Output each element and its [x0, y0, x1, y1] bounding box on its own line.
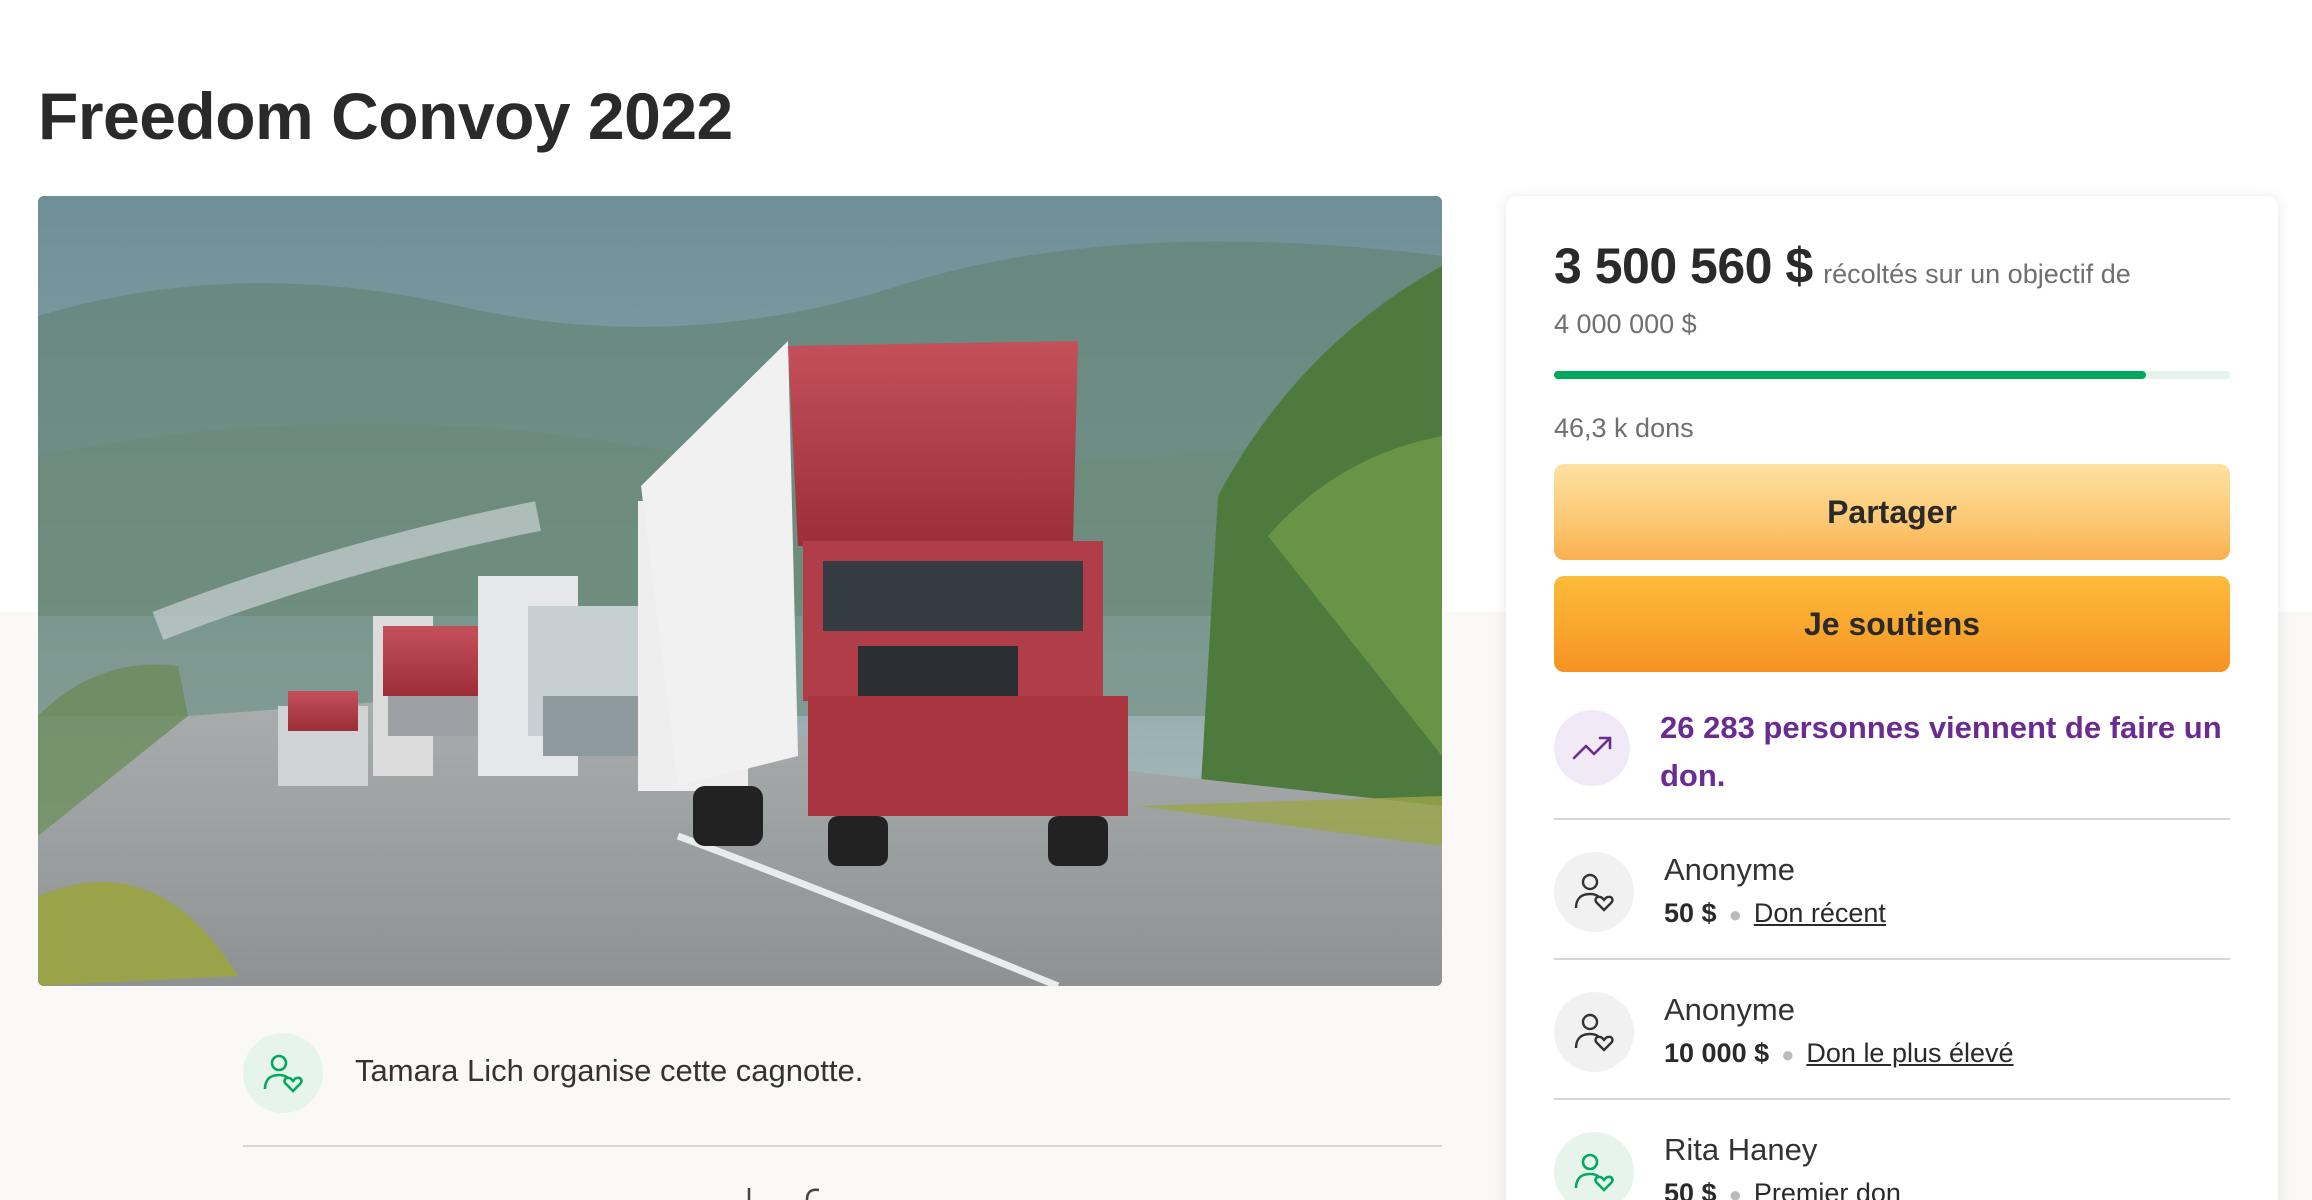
organizer-text: Tamara Lich organise cette cagnotte.	[355, 1053, 864, 1088]
person-heart-icon	[1554, 1132, 1634, 1200]
person-heart-icon	[243, 1033, 323, 1113]
separator-dot: ●	[1781, 1042, 1795, 1067]
recent-donation-link[interactable]: Don récent	[1754, 898, 1886, 928]
donor-name: Anonyme	[1664, 852, 1795, 887]
donor-amount: 10 000 $	[1664, 1038, 1770, 1068]
share-button[interactable]: Partager	[1554, 464, 2230, 560]
separator-dot: ●	[1728, 902, 1742, 927]
separator-dot: ●	[1728, 1182, 1742, 1200]
trend-notice: 26 283 personnes viennent de faire un do…	[1554, 710, 2230, 820]
donation-card: 3 500 560 $ récoltés sur un objectif de …	[1506, 196, 2278, 1200]
campaign-hero-image	[38, 196, 1442, 986]
first-donation-link[interactable]: Premier don	[1754, 1178, 1901, 1200]
donor-name: Anonyme	[1664, 992, 1795, 1027]
progress-bar	[1554, 371, 2230, 379]
person-heart-icon	[1554, 852, 1634, 932]
raised-summary: 3 500 560 $ récoltés sur un objectif de …	[1554, 241, 2230, 345]
donor-row: Anonyme 10 000 $ ● Don le plus élevé	[1554, 960, 2230, 1100]
top-donation-link[interactable]: Don le plus élevé	[1806, 1038, 2013, 1068]
progress-fill	[1554, 371, 2146, 379]
bottom-icons-peek	[735, 1186, 855, 1200]
trend-text: 26 283 personnes viennent de faire un do…	[1660, 710, 2222, 793]
donations-count: 46,3 k dons	[1554, 413, 1694, 443]
convoy-photo	[38, 196, 1442, 986]
donate-button[interactable]: Je soutiens	[1554, 576, 2230, 672]
person-heart-icon	[1554, 992, 1634, 1072]
page-title: Freedom Convoy 2022	[38, 79, 733, 153]
organizer-row: Tamara Lich organise cette cagnotte.	[243, 1033, 1442, 1147]
donor-name: Rita Haney	[1664, 1132, 1818, 1167]
donor-amount: 50 $	[1664, 898, 1717, 928]
donor-row: Anonyme 50 $ ● Don récent	[1554, 820, 2230, 960]
donor-amount: 50 $	[1664, 1178, 1717, 1200]
trending-up-icon	[1554, 710, 1630, 786]
raised-text: récoltés sur un objectif de	[1823, 259, 2131, 289]
raised-amount: 3 500 560 $	[1554, 238, 1813, 294]
goal-amount: 4 000 000 $	[1554, 309, 1697, 339]
donor-row: Rita Haney 50 $ ● Premier don	[1554, 1100, 2230, 1200]
